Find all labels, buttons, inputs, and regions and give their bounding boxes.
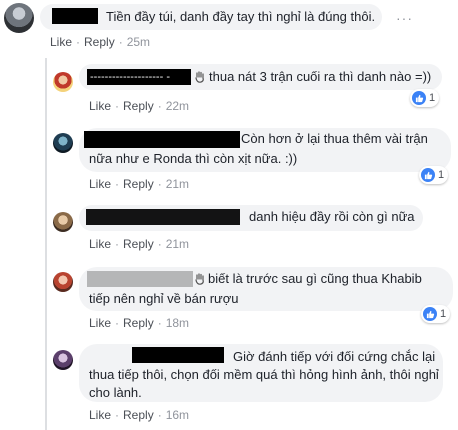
separator: ·	[115, 177, 120, 191]
comment-text-line-1: Còn hơn ở lại thua thêm vài trận	[241, 131, 428, 146]
separator: ·	[115, 237, 120, 251]
comment-actions: Like · Reply · 22m	[89, 99, 189, 113]
reply-link[interactable]: Reply	[123, 237, 154, 251]
comment-actions: Like · Reply · 25m	[50, 35, 150, 49]
comment-actions: Like · Reply · 21m	[89, 177, 189, 191]
thumbs-up-icon	[412, 91, 426, 105]
like-link[interactable]: Like	[50, 35, 72, 49]
timestamp[interactable]: 21m	[166, 237, 189, 251]
reply-thread-line	[45, 58, 47, 430]
separator: ·	[115, 99, 120, 113]
comment-text-line-2: nữa như e Ronda thì còn xịt nữa. :))	[89, 151, 298, 166]
redacted-name	[87, 271, 193, 287]
reply-link[interactable]: Reply	[123, 316, 154, 330]
redacted-name	[52, 8, 98, 24]
comment-text: Tiền đầy túi, danh đầy tay thì nghỉ là đ…	[106, 9, 376, 24]
reply-link[interactable]: Reply	[84, 35, 115, 49]
avatar[interactable]	[4, 3, 34, 33]
comment-text-line-2: thua tiếp thôi, chọn đối mềm quá thì hỏn…	[89, 367, 439, 382]
timestamp[interactable]: 18m	[166, 316, 189, 330]
redacted-name	[86, 209, 240, 225]
comment-text: thua nát 3 trận cuối ra thì danh nào =))	[209, 69, 432, 84]
reaction-count: 1	[440, 308, 447, 320]
separator: ·	[157, 99, 162, 113]
separator: ·	[115, 408, 120, 422]
reaction-count-badge[interactable]: 1	[421, 305, 451, 323]
reaction-count-badge[interactable]: 1	[410, 89, 440, 107]
avatar[interactable]	[53, 350, 73, 370]
redacted-name	[84, 131, 240, 148]
comment-text: danh hiệu đầy rồi còn gì nữa	[249, 209, 415, 224]
reply-link[interactable]: Reply	[123, 177, 154, 191]
like-link[interactable]: Like	[89, 99, 111, 113]
comment-actions: Like · Reply · 21m	[89, 237, 189, 251]
name-fragment: -------------------- -	[90, 71, 170, 83]
waving-hand-icon	[195, 71, 204, 83]
more-options-icon[interactable]: ···	[396, 10, 413, 26]
separator: ·	[157, 408, 162, 422]
avatar[interactable]	[53, 272, 73, 292]
timestamp[interactable]: 21m	[166, 177, 189, 191]
reply-link[interactable]: Reply	[123, 99, 154, 113]
separator: ·	[115, 316, 120, 330]
redacted-name	[132, 347, 224, 363]
timestamp[interactable]: 22m	[166, 99, 189, 113]
comment-actions: Like · Reply · 16m	[89, 408, 189, 422]
separator: ·	[118, 35, 123, 49]
avatar[interactable]	[53, 72, 73, 92]
comment-actions: Like · Reply · 18m	[89, 316, 189, 330]
timestamp[interactable]: 25m	[127, 35, 150, 49]
like-link[interactable]: Like	[89, 237, 111, 251]
avatar[interactable]	[53, 212, 73, 232]
timestamp[interactable]: 16m	[166, 408, 189, 422]
reaction-count: 1	[429, 92, 436, 104]
like-link[interactable]: Like	[89, 408, 111, 422]
thumbs-up-icon	[423, 307, 437, 321]
reaction-count-badge[interactable]: 1	[419, 166, 449, 184]
separator: ·	[157, 316, 162, 330]
reaction-count: 1	[438, 169, 445, 181]
separator: ·	[157, 177, 162, 191]
avatar[interactable]	[53, 133, 73, 153]
separator: ·	[157, 237, 162, 251]
comment-text-line-3: cho lành.	[89, 385, 142, 400]
comment-text-line-1: Giờ đánh tiếp với đối cứng chắc lại	[233, 349, 436, 364]
separator: ·	[76, 35, 81, 49]
thumbs-up-icon	[421, 168, 435, 182]
reply-link[interactable]: Reply	[123, 408, 154, 422]
like-link[interactable]: Like	[89, 316, 111, 330]
like-link[interactable]: Like	[89, 177, 111, 191]
waving-hand-icon	[195, 273, 204, 285]
comment-text-line-1: biết là trước sau gì cũng thua Khabib	[208, 271, 422, 286]
comment-text-line-2: tiếp nên nghỉ về bán rượu	[89, 291, 239, 306]
